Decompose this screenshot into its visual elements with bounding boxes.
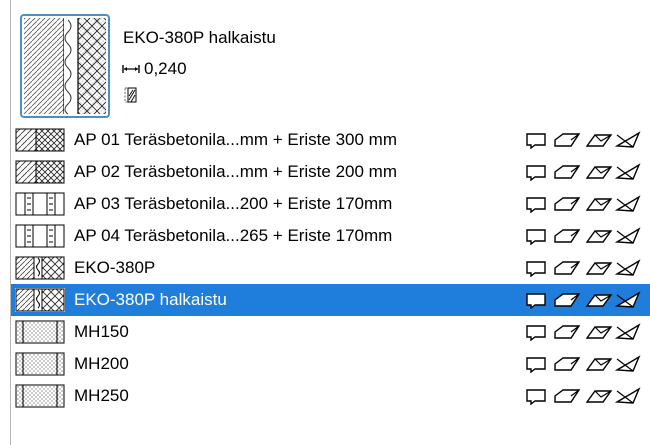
roof-shape-icon	[585, 262, 613, 275]
element-type-icons	[525, 323, 643, 341]
composite-thumbnail-icon	[15, 320, 65, 344]
shell-shape-icon	[614, 387, 641, 404]
shell-shape-icon	[614, 227, 641, 244]
shell-shape-icon	[614, 259, 641, 276]
roof-shape-icon	[585, 390, 613, 403]
shell-shape-icon	[614, 163, 641, 180]
thickness-display: 0,240	[122, 59, 187, 79]
list-item-label: MH250	[74, 386, 129, 405]
element-type-icons	[525, 163, 643, 181]
shell-shape-icon	[614, 131, 641, 148]
composite-thumbnail-icon	[15, 256, 65, 280]
wall-shape-icon	[526, 325, 546, 341]
wall-shape-icon	[526, 293, 546, 309]
list-item[interactable]: EKO-380P	[11, 252, 650, 284]
list-item[interactable]: AP 04 Teräsbetonila...265 + Eriste 170mm	[11, 220, 650, 252]
wall-shape-icon	[526, 229, 546, 245]
list-item[interactable]: MH150	[11, 316, 650, 348]
composite-thumbnail-icon	[15, 224, 65, 248]
composite-thumbnail-icon	[15, 128, 65, 152]
list-item[interactable]: MH250	[11, 380, 650, 412]
list-item-selected[interactable]: EKO-380P halkaistu	[11, 284, 650, 316]
element-type-icons	[525, 291, 643, 309]
wall-shape-icon	[526, 165, 546, 181]
composite-list[interactable]: AP 01 Teräsbetonila...mm + Eriste 300 mm…	[11, 124, 650, 412]
list-item-label: EKO-380P	[74, 258, 156, 277]
shell-shape-icon	[614, 195, 641, 212]
roof-shape-icon	[585, 230, 613, 243]
slab-shape-icon	[554, 261, 581, 275]
thickness-value: 0,240	[144, 59, 187, 78]
element-type-icons	[525, 227, 643, 245]
list-item-label: AP 04 Teräsbetonila...265 + Eriste 170mm	[74, 226, 393, 245]
slab-shape-icon	[554, 389, 581, 403]
element-type-icons	[525, 259, 643, 277]
shell-shape-icon	[614, 323, 641, 340]
wall-shape-icon	[526, 133, 546, 149]
composite-header: EKO-380P halkaistu 0,240	[11, 0, 650, 124]
list-item-label: MH150	[74, 322, 129, 341]
composite-preview-icon	[20, 14, 110, 118]
element-type-icons	[525, 355, 643, 373]
roof-shape-icon	[585, 326, 613, 339]
slab-shape-icon	[554, 325, 581, 339]
roof-shape-icon	[585, 358, 613, 371]
thickness-arrow-icon	[122, 65, 140, 73]
structure-type-icon	[124, 87, 138, 108]
list-item-label: AP 03 Teräsbetonila...200 + Eriste 170mm	[74, 194, 393, 213]
selected-composite-name: EKO-380P halkaistu	[123, 28, 276, 47]
composite-thumbnail-icon	[15, 288, 65, 312]
list-item[interactable]: AP 02 Teräsbetonila...mm + Eriste 200 mm	[11, 156, 650, 188]
list-item-label: AP 01 Teräsbetonila...mm + Eriste 300 mm	[74, 130, 397, 149]
roof-shape-icon	[585, 198, 613, 211]
roof-shape-icon	[585, 294, 613, 307]
slab-shape-icon	[554, 293, 581, 307]
slab-shape-icon	[554, 133, 581, 147]
slab-shape-icon	[554, 357, 581, 371]
list-item[interactable]: MH200	[11, 348, 650, 380]
element-type-icons	[525, 387, 643, 405]
composite-thumbnail-icon	[15, 192, 65, 216]
wall-shape-icon	[526, 197, 546, 213]
slab-shape-icon	[554, 197, 581, 211]
wall-shape-icon	[526, 261, 546, 277]
shell-shape-icon	[614, 291, 641, 308]
slab-shape-icon	[554, 229, 581, 243]
wall-shape-icon	[526, 389, 546, 405]
composite-thumbnail-icon	[15, 384, 65, 408]
roof-shape-icon	[585, 134, 613, 147]
shell-shape-icon	[614, 355, 641, 372]
element-type-icons	[525, 195, 643, 213]
element-type-icons	[525, 131, 643, 149]
slab-shape-icon	[554, 165, 581, 179]
list-item[interactable]: AP 01 Teräsbetonila...mm + Eriste 300 mm	[11, 124, 650, 156]
list-item-label: MH200	[74, 354, 129, 373]
composite-thumbnail-icon	[15, 160, 65, 184]
composite-thumbnail-icon	[15, 352, 65, 376]
roof-shape-icon	[585, 166, 613, 179]
list-item-label: EKO-380P halkaistu	[74, 290, 227, 309]
list-item[interactable]: AP 03 Teräsbetonila...200 + Eriste 170mm	[11, 188, 650, 220]
list-item-label: AP 02 Teräsbetonila...mm + Eriste 200 mm	[74, 162, 397, 181]
wall-shape-icon	[526, 357, 546, 373]
